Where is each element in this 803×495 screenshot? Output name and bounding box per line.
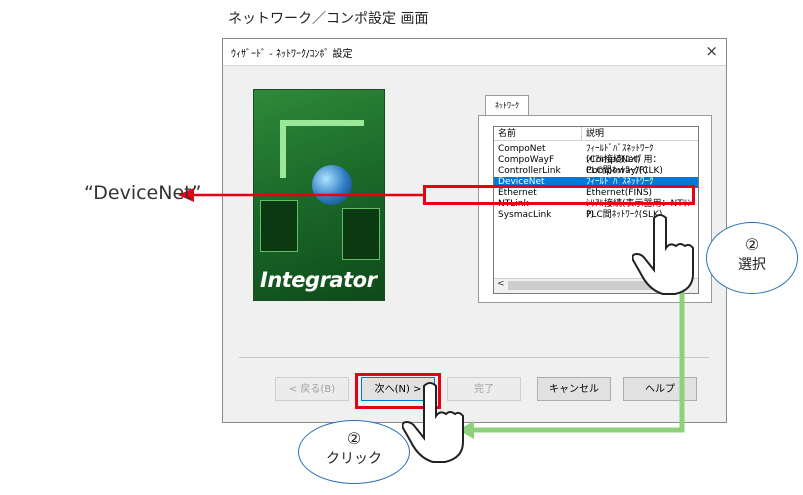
step-label: クリック [326,451,382,467]
green-arrow-line [470,290,685,433]
step-label: 選択 [738,257,766,273]
devicenet-callout: “DeviceNet” [84,182,202,204]
hand-cursor-icon [632,214,694,295]
step-number: ② [346,429,362,448]
step-number: ② [744,235,760,254]
select-step-bubble: ② 選択 [706,222,798,294]
hand-cursor-icon [402,382,464,463]
click-step-bubble: ② クリック [298,420,410,484]
